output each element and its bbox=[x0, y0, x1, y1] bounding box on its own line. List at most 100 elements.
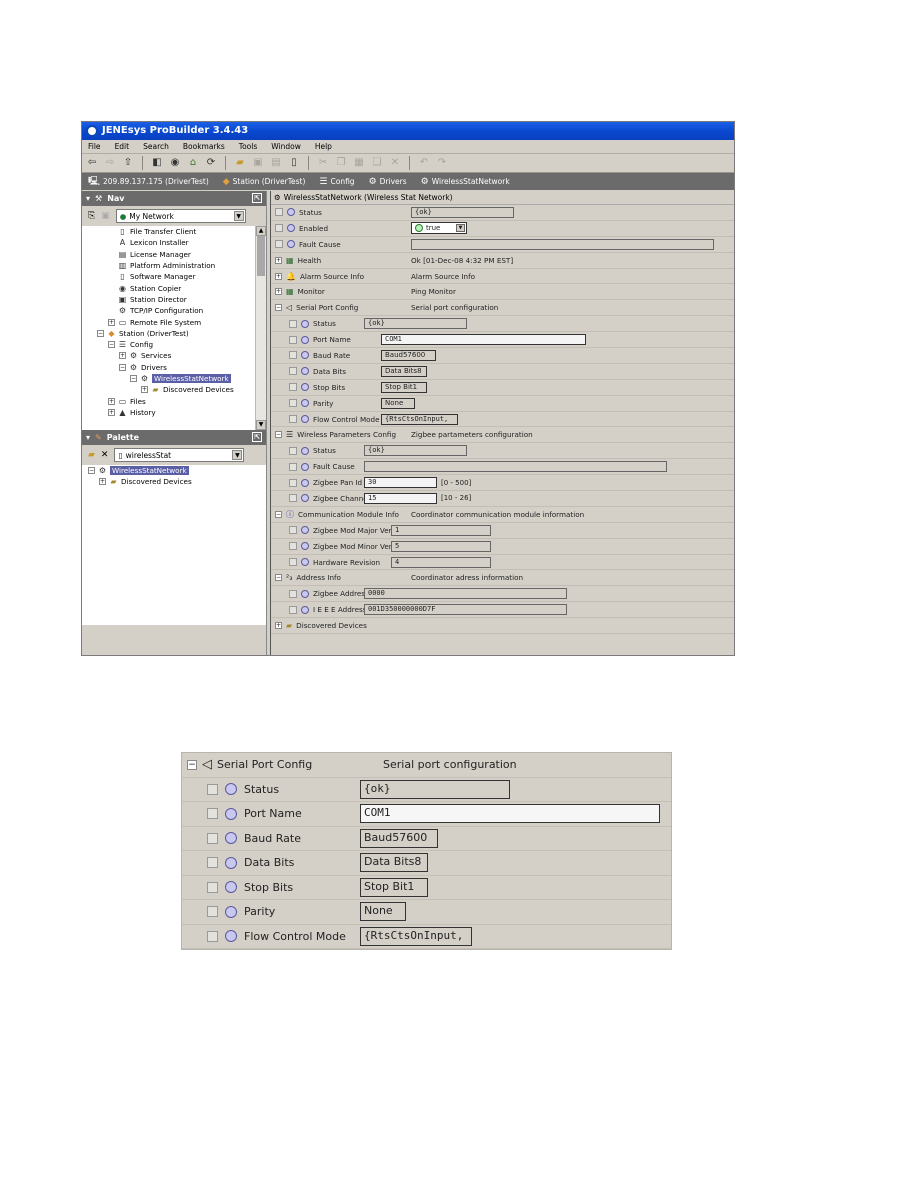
open-folder-icon[interactable]: ▰ bbox=[234, 157, 246, 169]
row-checkbox[interactable] bbox=[207, 832, 218, 844]
export-icon[interactable]: ▯ bbox=[288, 157, 300, 169]
row-checkbox[interactable] bbox=[207, 857, 218, 869]
row-checkbox[interactable] bbox=[207, 906, 218, 918]
close-tab-icon[interactable]: ▣ bbox=[101, 211, 110, 221]
sheet-property-row[interactable]: Fault Cause bbox=[271, 459, 734, 476]
sheet-property-row[interactable]: I E E E Address 001D350000000D7F bbox=[271, 602, 734, 619]
expander-icon[interactable]: − bbox=[97, 329, 104, 337]
sheet-property-row[interactable]: Baud Rate Baud57600 bbox=[271, 348, 734, 364]
field-data-bits[interactable]: Data Bits8 bbox=[381, 365, 427, 377]
up-icon[interactable]: ⇧ bbox=[122, 157, 134, 169]
path-network[interactable]: ⚙ WirelessStatNetwork bbox=[421, 177, 510, 187]
row-checkbox[interactable] bbox=[289, 415, 297, 424]
detail-property-row[interactable]: Flow Control Mode {RtsCtsOnInput, bbox=[182, 925, 671, 949]
detail-property-row[interactable]: Data Bits Data Bits8 bbox=[182, 851, 671, 876]
sheet-property-row[interactable]: Status {ok} bbox=[271, 316, 734, 333]
row-checkbox[interactable] bbox=[207, 881, 218, 893]
field-zigbee-channel[interactable]: 15 bbox=[364, 493, 437, 505]
sheet-folder-row[interactable]: − ◁ Serial Port Config Serial port configur… bbox=[271, 300, 734, 317]
expander-icon[interactable]: − bbox=[119, 363, 126, 371]
sheet-property-row[interactable]: Hardware Revision 4 bbox=[271, 555, 734, 571]
tree-item[interactable]: − ☰ Config bbox=[82, 339, 266, 350]
sheet-property-row[interactable]: Zigbee Address 0000 bbox=[271, 586, 734, 603]
row-checkbox[interactable] bbox=[289, 335, 297, 344]
path-host[interactable]: 🖳 209.89.137.175 (DriverTest) bbox=[88, 174, 209, 190]
sheet-folder-row[interactable]: − ☰ Wireless Parameters Config Zigbee parta… bbox=[271, 427, 734, 444]
sheet-folder-row[interactable]: + ▦ Monitor Ping Monitor bbox=[271, 284, 734, 301]
field-fault-cause[interactable] bbox=[411, 238, 714, 250]
expander-icon[interactable]: − bbox=[275, 431, 282, 439]
detail-property-row[interactable]: Baud Rate Baud57600 bbox=[182, 827, 671, 851]
sheet-property-row[interactable]: Data Bits Data Bits8 bbox=[271, 364, 734, 380]
dropdown-arrow-icon[interactable]: ▼ bbox=[232, 450, 243, 460]
sheet-folder-row[interactable]: + ▰ Discovered Devices bbox=[271, 618, 734, 635]
field-i-e-e-e-address[interactable]: 001D350000000D7F bbox=[364, 604, 567, 616]
tree-item[interactable]: + ▰ Discovered Devices bbox=[82, 476, 266, 487]
row-checkbox[interactable] bbox=[289, 462, 297, 471]
row-checkbox[interactable] bbox=[289, 526, 297, 535]
tree-item[interactable]: ▥ Platform Administration bbox=[82, 260, 266, 271]
field-flow-control-mode[interactable]: {RtsCtsOnInput, bbox=[381, 413, 458, 425]
sheet-property-row[interactable]: Port Name COM1 bbox=[271, 332, 734, 349]
row-checkbox[interactable] bbox=[289, 558, 297, 567]
field-zigbee-mod-major-version[interactable]: 1 bbox=[391, 524, 491, 536]
sheet-property-row[interactable]: Zigbee Mod Major Version 1 bbox=[271, 523, 734, 539]
sheet-property-row[interactable]: Enabled true ▼ bbox=[271, 221, 734, 237]
row-checkbox[interactable] bbox=[289, 367, 297, 376]
expander-icon[interactable]: − bbox=[108, 341, 115, 349]
open-palette-icon[interactable]: ▰ bbox=[88, 450, 95, 460]
row-checkbox[interactable] bbox=[275, 224, 283, 233]
tree-item[interactable]: − ⚙ Drivers bbox=[82, 362, 266, 373]
back-icon[interactable]: ⇦ bbox=[86, 157, 98, 169]
dropdown-arrow-icon[interactable]: ▼ bbox=[233, 211, 244, 221]
collapse-icon[interactable]: ▾ bbox=[86, 433, 90, 442]
field-zigbee-pan-id[interactable]: 30 bbox=[364, 477, 437, 489]
sheet-property-row[interactable]: Zigbee Channel 15 [10 - 26] bbox=[271, 491, 734, 507]
paste-icon[interactable]: ▦ bbox=[353, 157, 365, 169]
expander-icon[interactable]: + bbox=[275, 288, 282, 296]
field-zigbee-address[interactable]: 0000 bbox=[364, 588, 567, 600]
detail-property-row[interactable]: Status {ok} bbox=[182, 778, 671, 802]
menu-window[interactable]: Window bbox=[271, 142, 301, 151]
row-checkbox[interactable] bbox=[289, 589, 297, 598]
tree-item[interactable]: + ▭ Remote File System bbox=[82, 316, 266, 327]
row-checkbox[interactable] bbox=[289, 605, 297, 614]
palette-combo[interactable]: ▯ wirelessStat ▼ bbox=[114, 448, 245, 462]
tree-item[interactable]: − ◆ Station (DriverTest) bbox=[82, 328, 266, 339]
tree-item[interactable]: + ▭ Files bbox=[82, 395, 266, 406]
detail-field[interactable]: None bbox=[360, 902, 406, 921]
expander-icon[interactable]: + bbox=[108, 318, 115, 326]
expander-icon[interactable]: − bbox=[130, 375, 137, 382]
row-checkbox[interactable] bbox=[275, 208, 283, 217]
copy-icon[interactable]: ❐ bbox=[335, 157, 347, 169]
redo-icon[interactable]: ↷ bbox=[436, 157, 448, 169]
expander-icon[interactable]: + bbox=[108, 408, 115, 416]
detail-field[interactable]: {ok} bbox=[360, 779, 510, 799]
row-checkbox[interactable] bbox=[289, 478, 297, 487]
field-port-name[interactable]: COM1 bbox=[381, 334, 586, 346]
side-bar-icon[interactable]: ◧ bbox=[151, 157, 163, 169]
expander-icon[interactable]: + bbox=[108, 397, 115, 405]
sheet-folder-row[interactable]: − ⓘ Communication Module Info Coordinator c… bbox=[271, 507, 734, 523]
expander-icon[interactable]: − bbox=[88, 467, 95, 475]
delete-icon[interactable]: ✕ bbox=[389, 157, 401, 169]
detail-field[interactable]: COM1 bbox=[360, 804, 660, 823]
enabled-combo[interactable]: true ▼ bbox=[411, 222, 467, 235]
refresh-icon[interactable]: ◉ bbox=[169, 157, 181, 169]
field-status[interactable]: {ok} bbox=[411, 207, 514, 218]
save-all-icon[interactable]: ▤ bbox=[270, 157, 282, 169]
expander-icon[interactable]: + bbox=[275, 272, 282, 280]
scroll-down-icon[interactable]: ▼ bbox=[256, 420, 266, 430]
nav-combo[interactable]: ● My Network ▼ bbox=[115, 209, 246, 223]
sheet-folder-row[interactable]: + ▦ Health Ok [01-Dec-08 4:32 PM EST] bbox=[271, 253, 734, 269]
collapse-icon[interactable]: ▾ bbox=[86, 194, 90, 203]
field-hardware-revision[interactable]: 4 bbox=[391, 556, 491, 568]
path-drivers[interactable]: ⚙ Drivers bbox=[369, 177, 407, 187]
new-tab-icon[interactable]: ⎘ bbox=[88, 211, 95, 221]
row-checkbox[interactable] bbox=[289, 399, 297, 408]
forward-icon[interactable]: ⇨ bbox=[104, 157, 116, 169]
menu-tools[interactable]: Tools bbox=[239, 142, 257, 151]
cut-icon[interactable]: ✂ bbox=[317, 157, 329, 169]
tree-item[interactable]: ▯ Software Manager bbox=[82, 271, 266, 282]
row-checkbox[interactable] bbox=[289, 494, 297, 503]
